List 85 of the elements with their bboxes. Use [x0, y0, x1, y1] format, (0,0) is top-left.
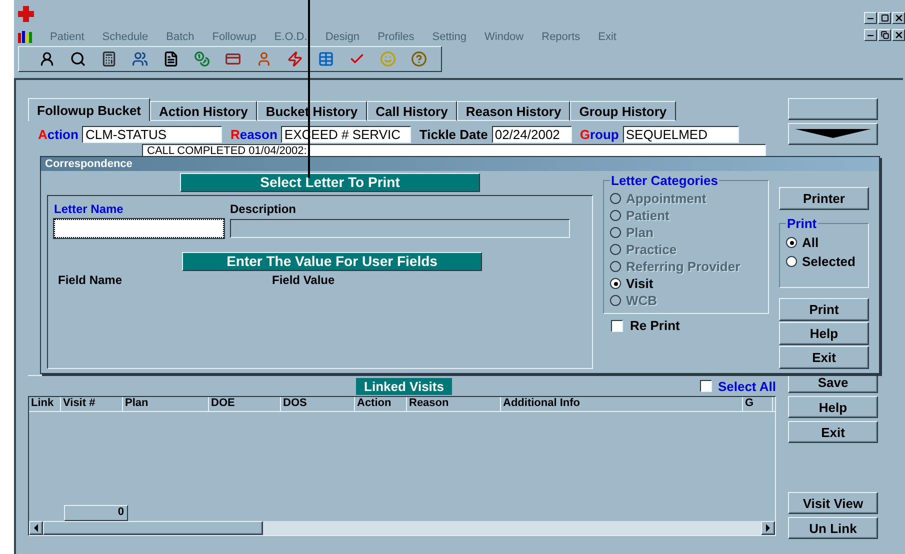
banner-label: Enter The Value For User Fields: [182, 252, 482, 271]
tab[interactable]: Reason History: [456, 101, 570, 121]
coins-icon: [194, 51, 210, 67]
side-button[interactable]: Exit: [788, 421, 878, 443]
triangle-icon: [795, 126, 871, 138]
maximize-icon: [880, 14, 888, 22]
side-button[interactable]: Help: [788, 396, 878, 418]
user-icon: [256, 51, 272, 67]
search-icon: [70, 51, 86, 67]
help-icon: [411, 51, 427, 67]
column-header[interactable]: Action: [355, 397, 407, 411]
checkbox-label: Select All: [718, 378, 776, 394]
count-field: 0: [64, 505, 128, 521]
left-arrow-icon: [33, 524, 39, 532]
person-icon: [39, 51, 55, 67]
checkbox-label: Re Print: [630, 318, 680, 333]
close-button[interactable]: [892, 29, 905, 41]
field-label: Tickle Date: [419, 127, 488, 142]
group-title: Letter Categories: [610, 173, 719, 188]
section-title: Linked Visits: [356, 378, 452, 394]
text-field[interactable]: CLM-STATUS: [82, 126, 222, 143]
side-button[interactable]: Un Link: [788, 517, 878, 539]
scroll-right-button[interactable]: [761, 521, 775, 535]
text-field[interactable]: SEQUELMED: [622, 126, 739, 143]
right-arrow-icon: [765, 524, 771, 532]
description-field[interactable]: [230, 219, 570, 238]
radio-option[interactable]: All: [786, 233, 862, 252]
letter-name-field[interactable]: [54, 219, 224, 238]
blank-button[interactable]: [788, 98, 878, 120]
column-header[interactable]: Plan: [123, 397, 209, 411]
radio-option[interactable]: Selected: [786, 252, 862, 271]
field-label: Group: [580, 127, 619, 142]
field-label: Action: [38, 127, 78, 142]
tab[interactable]: Followup Bucket: [28, 98, 150, 121]
restore-icon: [880, 31, 888, 39]
tab[interactable]: Action History: [150, 101, 257, 121]
column-header[interactable]: G: [743, 397, 773, 411]
dialog-button[interactable]: Exit: [779, 346, 869, 369]
close-icon: [894, 30, 904, 40]
radio-option[interactable]: Visit: [610, 275, 762, 292]
column-header[interactable]: Reason: [407, 397, 501, 411]
text-field[interactable]: 02/24/2002: [492, 126, 572, 143]
dropdown-button[interactable]: [788, 123, 878, 145]
side-button[interactable]: Visit View: [788, 492, 878, 514]
field-label: Reason: [230, 127, 278, 142]
reprint-checkbox[interactable]: [611, 320, 623, 332]
select-all-checkbox[interactable]: [700, 380, 712, 392]
cross-icon: [18, 6, 34, 22]
dialog-button[interactable]: Print: [779, 298, 869, 321]
column-header[interactable]: Link: [29, 397, 61, 411]
column-label: Description: [230, 202, 298, 216]
tab[interactable]: Group History: [570, 101, 676, 121]
table-icon: [318, 51, 334, 67]
close-button[interactable]: [892, 12, 905, 24]
close-icon: [894, 13, 904, 23]
column-header[interactable]: Additional Info: [501, 397, 743, 411]
calculator-icon: [101, 51, 117, 67]
scroll-thumb[interactable]: [43, 521, 263, 535]
tab[interactable]: Call History: [366, 101, 457, 121]
dialog-title: Correspondence: [41, 157, 879, 171]
minimize-button[interactable]: [864, 12, 877, 24]
card-icon: [225, 51, 241, 67]
radio-button[interactable]: [786, 237, 797, 248]
people-icon: [132, 51, 148, 67]
column-header[interactable]: DOS: [281, 397, 355, 411]
scroll-left-button[interactable]: [29, 521, 43, 535]
smiley-icon: [380, 51, 396, 67]
tab[interactable]: Bucket History: [256, 101, 367, 121]
radio-button[interactable]: [610, 278, 621, 289]
column-label: Field Name: [58, 273, 124, 287]
minimize-button[interactable]: [864, 29, 877, 41]
column-header[interactable]: DOE: [209, 397, 281, 411]
column-header[interactable]: Visit #: [61, 397, 123, 411]
maximize-button[interactable]: [878, 12, 891, 24]
group-title: Print: [786, 216, 818, 231]
radio-button[interactable]: [786, 256, 797, 267]
dialog-button[interactable]: Help: [779, 322, 869, 345]
column-label: Letter Name: [54, 202, 124, 216]
restore-button[interactable]: [878, 29, 891, 41]
banner-label: Select Letter To Print: [180, 173, 480, 192]
printer-button[interactable]: Printer: [779, 187, 869, 210]
lightning-icon: [287, 51, 303, 67]
document-icon: [163, 51, 179, 67]
app-icon[interactable]: [18, 31, 32, 43]
column-label: Field Value: [272, 273, 336, 287]
